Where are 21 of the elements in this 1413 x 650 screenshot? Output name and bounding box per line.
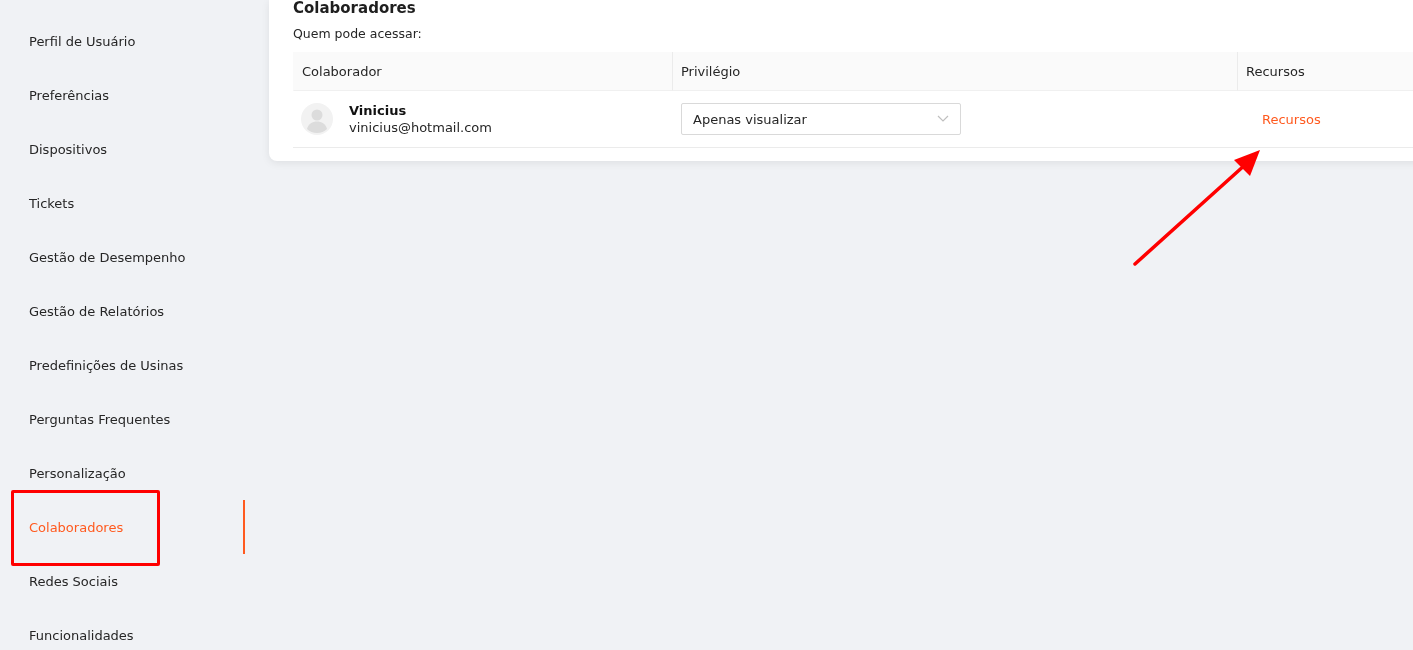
section-subtitle: Quem pode acessar: bbox=[293, 24, 423, 43]
column-header: Privilégio bbox=[672, 52, 1237, 91]
column-header: Colaborador bbox=[293, 52, 672, 91]
collaborator-email: vinicius@hotmail.com bbox=[349, 120, 492, 135]
collaborator-name: Vinicius bbox=[349, 103, 408, 118]
section-title: Colaboradores bbox=[293, 0, 417, 17]
sidebar-item[interactable]: Redes Sociais bbox=[0, 554, 245, 608]
avatar-icon bbox=[301, 103, 333, 135]
sidebar-item[interactable]: Gestão de Desempenho bbox=[0, 230, 245, 284]
sidebar-item[interactable]: Perguntas Frequentes bbox=[0, 392, 245, 446]
sidebar-item[interactable]: Gestão de Relatórios bbox=[0, 284, 245, 338]
chevron-down-icon bbox=[937, 115, 949, 123]
sidebar-item[interactable]: Preferências bbox=[0, 68, 245, 122]
sidebar-item[interactable]: Predefinições de Usinas bbox=[0, 338, 245, 392]
sidebar-item[interactable]: Tickets bbox=[0, 176, 245, 230]
sidebar-item[interactable]: Dispositivos bbox=[0, 122, 245, 176]
sidebar-item[interactable]: Perfil de Usuário bbox=[0, 14, 245, 68]
sidebar-item[interactable]: Personalização bbox=[0, 446, 245, 500]
column-header: Recursos bbox=[1237, 52, 1413, 91]
privilege-select[interactable]: Apenas visualizar bbox=[681, 103, 961, 135]
sidebar-item[interactable]: Funcionalidades bbox=[0, 608, 245, 650]
